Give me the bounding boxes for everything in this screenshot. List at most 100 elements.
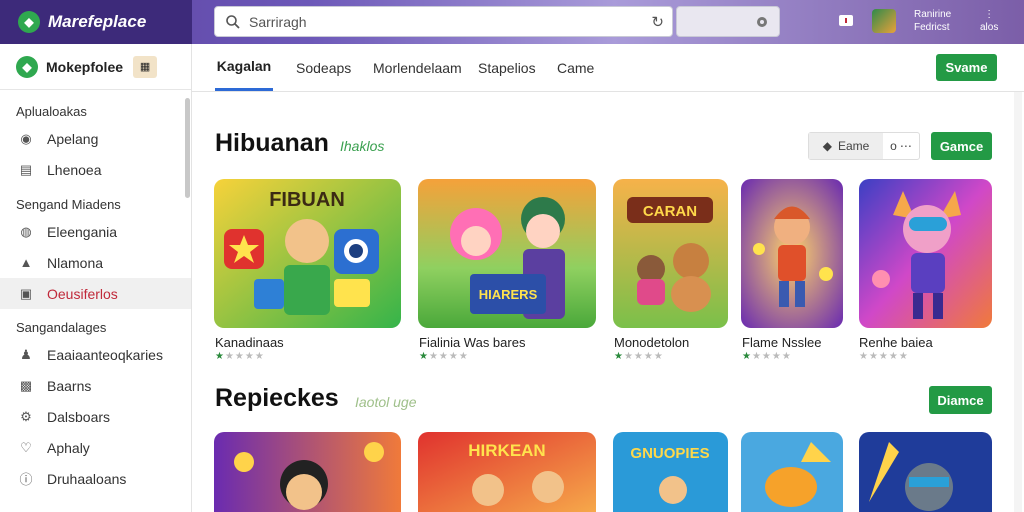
sidebar-item-label: Aphaly xyxy=(47,439,90,456)
gear-icon: ⚙ xyxy=(20,408,32,424)
game-art-image xyxy=(214,432,401,512)
sidebar-item-aphaly[interactable]: ♡ Aphaly xyxy=(0,432,191,463)
view-toggle-option-a[interactable]: ◆ Eame xyxy=(809,133,883,159)
top-bar: ◆ Marefeplace Sarriragh ↻ Ranirine Fedri… xyxy=(0,0,1024,44)
game-art-title: HIRKEAN xyxy=(468,441,545,460)
sidebar-item-druhaaloans[interactable]: ⓘ Druhaaloans xyxy=(0,463,191,494)
sidebar-item-eleengania[interactable]: ◍ Eleengania xyxy=(0,216,191,247)
search-placeholder: Sarriragh xyxy=(249,13,307,30)
refresh-icon[interactable]: ↻ xyxy=(651,13,664,31)
game-art-image xyxy=(741,432,843,512)
more-menu[interactable]: ⋮ alos xyxy=(980,8,998,34)
game-art-image xyxy=(859,179,992,328)
sidebar-item-dalsboars[interactable]: ⚙ Dalsboars xyxy=(0,401,191,432)
game-art-title: HIARERS xyxy=(479,287,538,302)
menu-label: alos xyxy=(980,22,999,33)
sidebar-item-label: Eaaiaanteoqkaries xyxy=(47,346,163,363)
search-icon xyxy=(226,14,240,29)
sidebar-item-label: Eleengania xyxy=(47,223,118,240)
user-role: Fedricst xyxy=(914,22,950,33)
game-card-image[interactable] xyxy=(741,179,843,328)
tab-kagalan[interactable]: Kagalan xyxy=(215,44,273,91)
store-badge-icon: ▦ xyxy=(133,55,158,78)
tab-stapelios[interactable]: Stapelios xyxy=(478,44,536,91)
game-art-title: GNUOPIES xyxy=(630,445,709,462)
game-art-image: CARAN xyxy=(613,179,728,328)
user-info[interactable]: Ranirine Fedricst xyxy=(914,8,951,34)
search-input[interactable]: Sarriragh ↻ xyxy=(214,6,673,37)
sidebar-item-oeusiferlos[interactable]: ▣ Oeusiferlos xyxy=(0,278,191,309)
tab-action-button[interactable]: Svame xyxy=(936,54,997,81)
view-toggle-label: o xyxy=(890,139,897,153)
notification-icon[interactable] xyxy=(836,11,856,31)
game-art-title: FIBUAN xyxy=(269,189,345,211)
settings-icon xyxy=(757,17,767,27)
sidebar-item-nlamona[interactable]: ▲ Nlamona xyxy=(0,247,191,278)
game-art-image: GNUOPIES xyxy=(613,432,728,512)
sidebar-item-label: Baarns xyxy=(47,377,92,394)
heart-icon: ♡ xyxy=(20,439,32,455)
sidebar-item-eaaiaanteoqkaries[interactable]: ♟ Eaaiaanteoqkaries xyxy=(0,339,191,370)
rating-stars: ★★★★★ xyxy=(419,351,469,362)
game-card-image[interactable] xyxy=(214,432,401,512)
kebab-icon: ⋮ xyxy=(984,9,995,20)
game-art-image: HIARERS xyxy=(418,179,596,328)
sidebar-item-label: Lhenoea xyxy=(47,161,102,178)
view-toggle-option-b[interactable]: o ⋯ xyxy=(883,133,919,159)
view-toggle[interactable]: ◆ Eame o ⋯ xyxy=(808,132,920,160)
game-art-image xyxy=(741,179,843,328)
sidebar-item-label: Druhaaloans xyxy=(47,470,127,487)
sidebar-item-baarns[interactable]: ▩ Baarns xyxy=(0,370,191,401)
game-card-title[interactable]: Flame Nsslee xyxy=(742,335,821,350)
rating-stars: ★★★★★ xyxy=(215,351,265,362)
rating-stars: ★★★★★ xyxy=(614,351,664,362)
game-card-image[interactable]: GNUOPIES xyxy=(613,432,728,512)
tab-came[interactable]: Came xyxy=(557,44,594,91)
sidebar-item-label: Dalsboars xyxy=(47,408,111,425)
section-subtitle[interactable]: Iaotol uge xyxy=(355,394,417,410)
game-card-image[interactable]: HIARERS xyxy=(418,179,596,328)
game-card-image[interactable]: HIRKEAN xyxy=(418,432,596,512)
section-title: Hibuanan xyxy=(215,129,329,157)
game-card-title[interactable]: Renhe baiea xyxy=(859,335,933,350)
game-card-image[interactable]: CARAN xyxy=(613,179,728,328)
game-card-image[interactable] xyxy=(859,179,992,328)
box-icon: ▩ xyxy=(19,377,33,393)
section-action-button[interactable]: Gamce xyxy=(931,132,992,160)
secondary-search-box[interactable] xyxy=(676,6,780,37)
sidebar: ◆ Mokepfolee ▦ Aplualoakas ◉ Apelang ▤ L… xyxy=(0,44,192,512)
game-card-title[interactable]: Fialinia Was bares xyxy=(419,335,525,350)
sidebar-scrollbar[interactable] xyxy=(185,98,190,198)
sidebar-item-lhenoea[interactable]: ▤ Lhenoea xyxy=(0,154,191,185)
controller-icon: ◉ xyxy=(20,130,32,146)
sidebar-item-label: Nlamona xyxy=(47,254,104,271)
game-art-image xyxy=(859,432,992,512)
game-art-image: HIRKEAN xyxy=(418,432,596,512)
user-name: Ranirine xyxy=(914,9,952,20)
sidebar-section-title: Sengand Miadens xyxy=(16,196,121,212)
game-card-title[interactable]: Kanadinaas xyxy=(215,335,284,350)
sidebar-item-label: Apelang xyxy=(47,130,99,147)
dots-icon: ⋯ xyxy=(899,139,912,153)
page-scrollbar[interactable] xyxy=(1014,92,1022,512)
game-card-title[interactable]: Monodetolon xyxy=(614,335,689,350)
app-brand[interactable]: ◆ Marefeplace xyxy=(0,0,192,44)
tab-sodeaps[interactable]: Sodeaps xyxy=(296,44,351,91)
game-art-title: CARAN xyxy=(643,203,697,220)
section-subtitle[interactable]: Ihaklos xyxy=(340,138,384,154)
section-action-button[interactable]: Diamce xyxy=(929,386,992,414)
game-art-image: FIBUAN xyxy=(214,179,401,328)
tab-morlendelaam[interactable]: Morlendelaam xyxy=(373,44,462,91)
gamepad-icon: ◆ xyxy=(822,139,832,153)
sidebar-section-title: Sangandalages xyxy=(16,319,107,335)
sidebar-item-apelang[interactable]: ◉ Apelang xyxy=(0,123,191,154)
bag-icon: ▲ xyxy=(19,255,33,270)
avatar[interactable] xyxy=(872,9,896,33)
sidebar-brand-title: Mokepfolee xyxy=(46,58,124,75)
game-card-image[interactable] xyxy=(741,432,843,512)
app-title: Marefeplace xyxy=(48,12,147,31)
sidebar-brand[interactable]: ◆ Mokepfolee ▦ xyxy=(0,44,191,90)
game-card-image[interactable] xyxy=(859,432,992,512)
square-icon: ▣ xyxy=(19,285,33,301)
game-card-image[interactable]: FIBUAN xyxy=(214,179,401,328)
